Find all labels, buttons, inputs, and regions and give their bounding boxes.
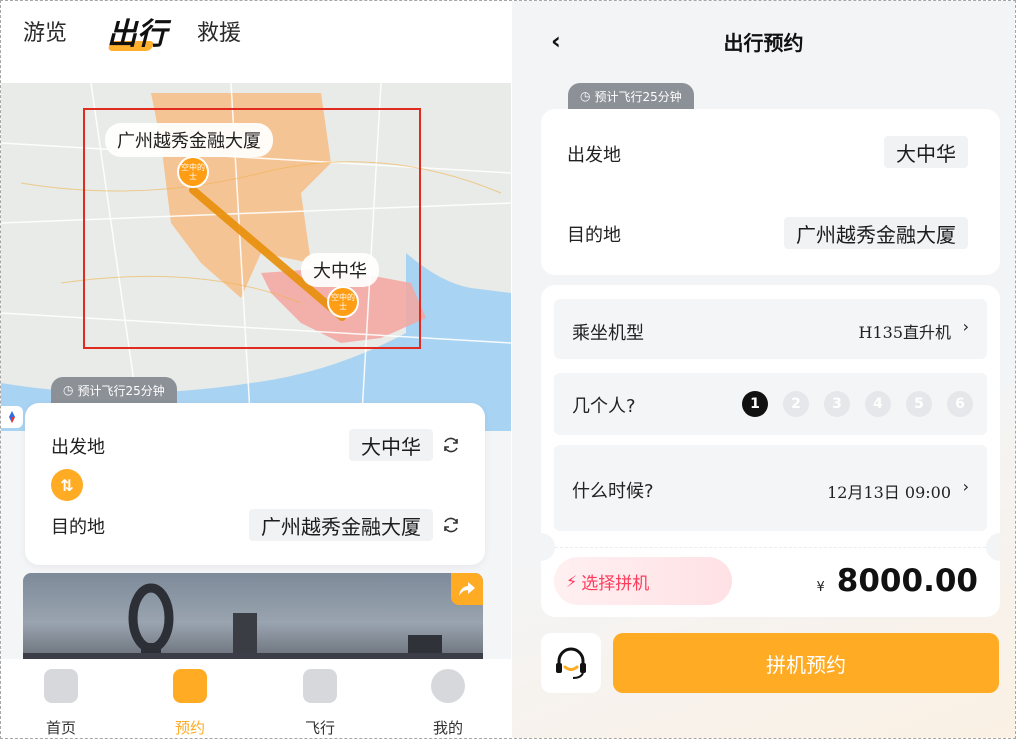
passenger-count-selector: 1 2 3 4 5 6 bbox=[742, 391, 973, 417]
nav-booking-label: 预约 bbox=[174, 719, 205, 737]
clock-icon: ◷ bbox=[63, 383, 74, 397]
departure-time-row[interactable]: 什么时候? 12月13日 09:00 › bbox=[554, 445, 987, 531]
calendar-check-icon bbox=[173, 669, 207, 703]
price-amount: 8000.00 bbox=[836, 563, 978, 599]
destination-label: 目的地 bbox=[51, 517, 105, 538]
clock-icon: ◷ bbox=[580, 89, 591, 103]
swap-route-button[interactable]: ⇅ bbox=[51, 469, 83, 501]
origin-value[interactable]: 大中华 bbox=[349, 429, 433, 461]
chevron-right-icon: › bbox=[962, 317, 969, 336]
pie-chart-icon bbox=[44, 669, 78, 703]
departure-time-label: 什么时候? bbox=[572, 481, 654, 502]
map-origin-label: 广州越秀金融大厦 bbox=[105, 123, 273, 157]
origin-label: 出发地 bbox=[51, 437, 105, 458]
nav-flight[interactable]: 飞行 bbox=[280, 669, 360, 738]
map-destination-label: 大中华 bbox=[301, 253, 379, 287]
destination-pin-icon[interactable]: 空中的士 bbox=[327, 286, 359, 318]
nav-flight-label: 飞行 bbox=[304, 719, 335, 737]
route-card: 出发地 大中华 ⇅ 目的地 广州越秀金融大厦 bbox=[25, 403, 485, 565]
ticket-notch-right bbox=[986, 533, 1000, 561]
destination-value[interactable]: 广州越秀金融大厦 bbox=[249, 509, 433, 541]
ticket-notch-left bbox=[541, 533, 555, 561]
price-currency: ¥ bbox=[816, 580, 825, 595]
nav-booking[interactable]: 预约 bbox=[150, 669, 230, 738]
headset-icon bbox=[556, 647, 586, 679]
nav-home-label: 首页 bbox=[45, 719, 76, 737]
page-title: 出行预约 bbox=[723, 31, 804, 55]
passenger-count-label: 几个人? bbox=[572, 396, 636, 417]
passenger-count-row: 几个人? 1 2 3 4 5 6 bbox=[554, 373, 987, 435]
route-card: 出发地 大中华 目的地 广州越秀金融大厦 bbox=[541, 109, 1000, 275]
nav-profile[interactable]: 我的 bbox=[408, 669, 488, 738]
ticket-divider bbox=[555, 547, 986, 548]
passenger-option-1[interactable]: 1 bbox=[742, 391, 768, 417]
compass-icon[interactable] bbox=[1, 406, 23, 428]
passenger-option-6[interactable]: 6 bbox=[947, 391, 973, 417]
destination-label: 目的地 bbox=[567, 225, 621, 246]
helicopter-icon bbox=[303, 669, 337, 703]
passenger-option-3[interactable]: 3 bbox=[824, 391, 850, 417]
top-tab-bar: 游览 出行 救援 bbox=[1, 1, 511, 83]
booking-header: ‹ 出行预约 bbox=[512, 1, 1015, 81]
chevron-right-icon: › bbox=[962, 477, 969, 496]
lightning-icon: ⚡ bbox=[566, 571, 578, 591]
refresh-origin-icon[interactable] bbox=[441, 435, 461, 455]
nav-profile-label: 我的 bbox=[432, 719, 463, 737]
aircraft-type-label: 乘坐机型 bbox=[572, 323, 644, 344]
refresh-destination-icon[interactable] bbox=[441, 515, 461, 535]
order-options-card: 乘坐机型 H135直升机 › 几个人? 1 2 3 4 5 6 什么时候? 12… bbox=[541, 285, 1000, 617]
departure-time-value: 12月13日 09:00 bbox=[827, 483, 951, 502]
bottom-nav-bar: 首页 预约 飞行 我的 bbox=[1, 659, 511, 738]
total-price: ¥ 8000.00 bbox=[817, 563, 978, 599]
share-icon[interactable] bbox=[451, 573, 483, 605]
carpool-toggle[interactable]: ⚡ 选择拼机 bbox=[554, 557, 732, 605]
customer-service-button[interactable] bbox=[541, 633, 601, 693]
aircraft-type-value: H135直升机 bbox=[858, 323, 952, 342]
aircraft-type-row[interactable]: 乘坐机型 H135直升机 › bbox=[554, 299, 987, 359]
tab-rescue[interactable]: 救援 bbox=[197, 15, 241, 47]
eta-text: 预计飞行25分钟 bbox=[77, 383, 165, 398]
passenger-option-5[interactable]: 5 bbox=[906, 391, 932, 417]
smile-icon bbox=[431, 669, 465, 703]
passenger-option-2[interactable]: 2 bbox=[783, 391, 809, 417]
destination-value[interactable]: 广州越秀金融大厦 bbox=[784, 217, 968, 249]
origin-value[interactable]: 大中华 bbox=[884, 136, 968, 168]
eta-text: 预计飞行25分钟 bbox=[594, 89, 682, 104]
carpool-booking-button[interactable]: 拼机预约 bbox=[613, 633, 999, 693]
carpool-label: 选择拼机 bbox=[581, 573, 650, 594]
passenger-option-4[interactable]: 4 bbox=[865, 391, 891, 417]
tab-tour[interactable]: 游览 bbox=[23, 15, 67, 47]
eta-tag: ◷ 预计飞行25分钟 bbox=[51, 377, 177, 403]
left-screen-map-view: 游览 出行 救援 广州越秀金融大厦 大中华 空中的士 空中的士 ◷ 预计飞行25… bbox=[1, 1, 511, 738]
nav-home[interactable]: 首页 bbox=[21, 669, 101, 738]
origin-label: 出发地 bbox=[567, 145, 621, 166]
tab-travel[interactable]: 出行 bbox=[107, 9, 167, 53]
eta-tag: ◷ 预计飞行25分钟 bbox=[568, 83, 694, 109]
origin-pin-icon[interactable]: 空中的士 bbox=[177, 156, 209, 188]
right-screen-booking: ‹ 出行预约 ◷ 预计飞行25分钟 出发地 大中华 目的地 广州越秀金融大厦 乘… bbox=[512, 1, 1015, 738]
